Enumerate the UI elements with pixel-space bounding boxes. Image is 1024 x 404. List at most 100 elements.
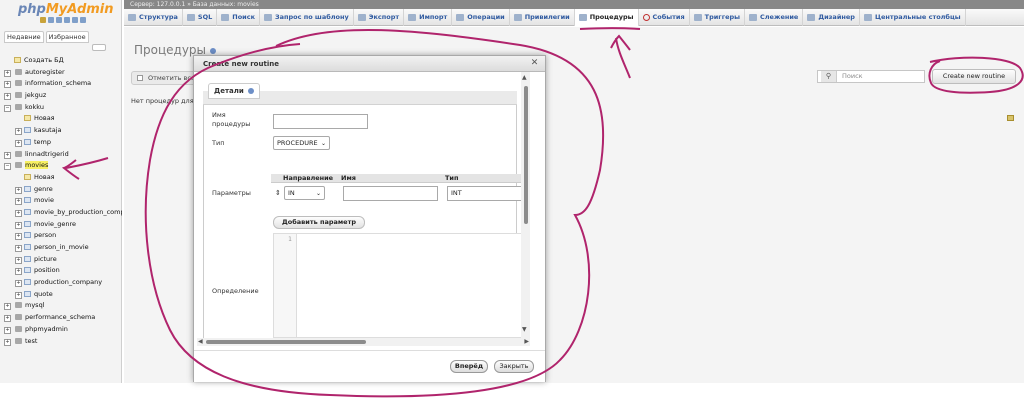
tree-item-label: production_company (34, 278, 103, 287)
expand-icon[interactable]: + (4, 326, 11, 334)
tab-designer[interactable]: Дизайнер (803, 8, 860, 26)
tree-table-item[interactable]: + picture (4, 254, 122, 266)
scroll-thumb[interactable] (524, 86, 528, 224)
expand-icon[interactable]: + (4, 93, 11, 101)
tree-database-item[interactable]: + jekguz (4, 90, 122, 102)
expand-icon[interactable]: + (15, 221, 22, 229)
vertical-scrollbar[interactable]: ▲ ▼ (521, 72, 530, 338)
scroll-down-icon[interactable]: ▼ (522, 326, 527, 333)
tab-import[interactable]: Импорт (404, 8, 453, 26)
expand-icon[interactable]: − (4, 163, 11, 171)
routine-type-select[interactable]: PROCEDURE ⌄ (273, 136, 330, 150)
tree-database-item[interactable]: − kokku (4, 102, 122, 114)
expand-icon[interactable]: + (4, 315, 11, 323)
dialog-title[interactable]: Create new routine (194, 56, 545, 72)
expand-icon[interactable]: + (4, 81, 11, 89)
logout-icon[interactable] (48, 17, 54, 23)
expand-icon[interactable]: + (15, 186, 22, 194)
tree-table-item[interactable]: + movie (4, 195, 122, 207)
expand-icon[interactable]: + (4, 151, 11, 159)
scroll-left-icon[interactable]: ◀ (198, 338, 203, 345)
drag-handle-icon[interactable]: ⇕ (275, 189, 281, 197)
tab-columns[interactable]: Центральные столбцы (860, 8, 966, 26)
tab-recent[interactable]: Недавние (4, 31, 44, 43)
expand-icon[interactable]: + (15, 291, 22, 299)
tree-database-item[interactable]: + information_schema (4, 78, 122, 90)
scroll-right-icon[interactable]: ▶ (524, 338, 529, 345)
tree-database-item[interactable]: + autoregister (4, 67, 122, 79)
tree-table-item[interactable]: Новая (4, 113, 122, 125)
export-results-icon[interactable] (1007, 115, 1014, 121)
tab-structure[interactable]: Структура (124, 8, 183, 26)
tree-table-item[interactable]: + kasutaja (4, 125, 122, 137)
expand-icon[interactable]: + (15, 139, 22, 147)
close-icon[interactable]: ✕ (530, 59, 539, 68)
settings-icon[interactable] (72, 17, 78, 23)
tree-table-item[interactable]: + person_in_movie (4, 242, 122, 254)
tree-table-item[interactable]: + person (4, 230, 122, 242)
help-icon[interactable] (210, 47, 217, 54)
tree-table-item[interactable]: Новая (4, 172, 122, 184)
collapse-all-button[interactable] (92, 44, 106, 51)
tab-query[interactable]: Запрос по шаблону (260, 8, 354, 26)
expand-icon[interactable]: + (15, 256, 22, 264)
expand-icon[interactable]: + (15, 245, 22, 252)
expand-icon[interactable]: + (15, 209, 22, 217)
tree-table-item[interactable]: + movie_genre (4, 219, 122, 231)
tree-database-item[interactable]: + linnadtrigerid (4, 149, 122, 161)
create-routine-button[interactable]: Create new routine (932, 69, 1016, 84)
tree-table-item[interactable]: + production_company (4, 277, 122, 289)
tab-favorites[interactable]: Избранное (45, 31, 89, 43)
routine-name-input[interactable] (273, 114, 368, 129)
tab-sql[interactable]: SQL (183, 8, 218, 26)
search-input[interactable]: ⚲ Поиск (817, 70, 925, 83)
tab-wrench[interactable]: Операции (452, 8, 510, 26)
expand-icon[interactable]: + (15, 268, 22, 276)
docs-icon[interactable] (56, 17, 62, 23)
expand-icon[interactable]: + (4, 338, 11, 346)
expand-icon[interactable]: + (15, 128, 22, 136)
tree-database-item[interactable]: + phpmyadmin (4, 324, 122, 336)
tree-table-item[interactable]: + temp (4, 137, 122, 149)
create-db-item[interactable]: Создать БД (4, 55, 122, 67)
expand-icon[interactable]: + (4, 69, 11, 77)
expand-icon[interactable]: + (15, 233, 22, 241)
tree-database-item[interactable]: − movies (4, 160, 122, 172)
tab-tracking[interactable]: Слежение (745, 8, 804, 26)
tab-export[interactable]: Экспорт (354, 8, 405, 26)
tab-search[interactable]: Поиск (217, 8, 260, 26)
database-icon (15, 92, 22, 99)
definition-editor[interactable]: 1 (273, 233, 524, 338)
horizontal-scrollbar[interactable]: ◀ ▶ (197, 338, 530, 346)
scroll-up-icon[interactable]: ▲ (522, 74, 527, 81)
tree-database-item[interactable]: + mysql (4, 300, 122, 312)
param-direction-select[interactable]: IN ⌄ (284, 186, 325, 200)
tree-database-item[interactable]: + test (4, 336, 122, 348)
scroll-thumb[interactable] (206, 340, 366, 344)
add-parameter-button[interactable]: Добавить параметр (273, 216, 365, 229)
tab-triggers[interactable]: Триггеры (690, 8, 746, 26)
check-all-button[interactable]: Отметить все (131, 71, 197, 85)
tab-privileges[interactable]: Привилегии (510, 8, 575, 26)
tree-table-item[interactable]: + movie_by_production_company (4, 207, 122, 219)
tree-table-item[interactable]: + genre (4, 184, 122, 196)
sql-docs-icon[interactable] (64, 17, 70, 23)
expand-icon[interactable]: − (4, 104, 11, 112)
help-icon[interactable] (247, 88, 254, 94)
expand-icon[interactable]: + (15, 280, 22, 288)
param-name-input[interactable] (343, 186, 438, 201)
reload-icon[interactable] (80, 17, 86, 23)
tab-routines[interactable]: Процедуры (574, 8, 639, 26)
home-icon[interactable] (40, 17, 46, 23)
tab-events[interactable]: События (639, 8, 690, 26)
expand-icon[interactable]: + (15, 198, 22, 206)
phpmyadmin-logo[interactable]: phpMyAdmin (18, 2, 114, 17)
check-all-checkbox[interactable] (137, 75, 143, 81)
tree-table-item[interactable]: + quote (4, 289, 122, 301)
expand-icon[interactable]: + (4, 303, 11, 311)
close-button[interactable]: Закрыть (494, 360, 534, 373)
tree-table-item[interactable]: + position (4, 265, 122, 277)
tree-database-item[interactable]: + performance_schema (4, 312, 122, 324)
param-type-input[interactable]: INT (447, 186, 527, 201)
go-button[interactable]: Вперёд (450, 360, 488, 373)
